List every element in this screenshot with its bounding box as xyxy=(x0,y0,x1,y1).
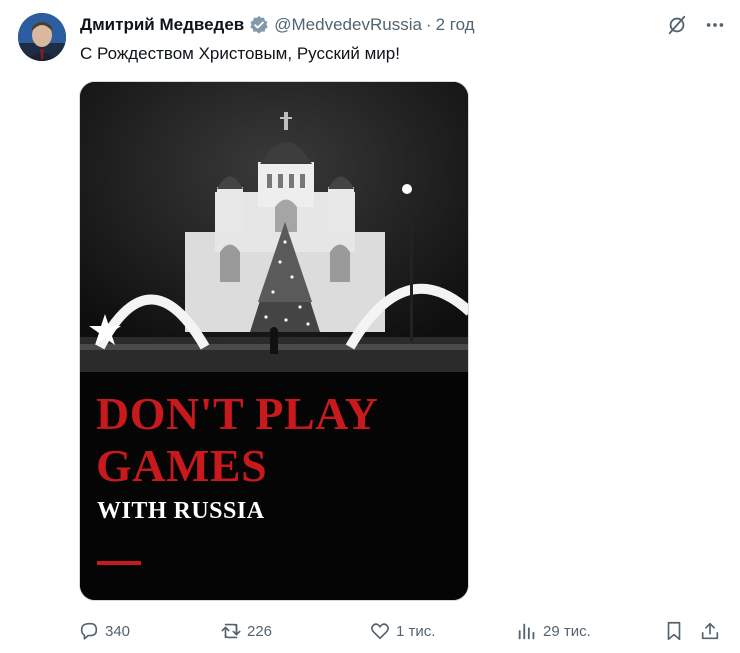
timestamp[interactable]: 2 год xyxy=(436,15,475,35)
action-bar: 340 226 1 тис. 29 тис. xyxy=(78,619,728,643)
like-button[interactable]: 1 тис. xyxy=(369,619,435,643)
like-count: 1 тис. xyxy=(396,622,436,640)
poster-text-block: DON'T PLAY GAMES WITH RUSSIA xyxy=(80,372,468,600)
poster-subheadline: WITH RUSSIA xyxy=(97,498,265,524)
share-button[interactable] xyxy=(699,619,721,643)
verified-badge-icon xyxy=(249,15,269,35)
repost-count: 226 xyxy=(247,622,273,640)
like-icon xyxy=(369,620,391,642)
tweet[interactable]: Дмитрий Медведев @MedvedevRussia · 2 год xyxy=(0,0,740,653)
tweet-header: Дмитрий Медведев @MedvedevRussia · 2 год xyxy=(80,14,475,36)
more-icon[interactable] xyxy=(704,14,726,36)
repost-icon xyxy=(220,620,242,642)
reply-icon xyxy=(78,620,100,642)
top-actions xyxy=(666,14,726,36)
tweet-text: С Рождеством Христовым, Русский мир! xyxy=(80,44,400,63)
bookmark-icon xyxy=(663,620,685,642)
poster-accent-bar xyxy=(97,561,141,565)
author-handle[interactable]: @MedvedevRussia xyxy=(274,15,422,35)
views-button[interactable]: 29 тис. xyxy=(516,619,591,643)
repost-button[interactable]: 226 xyxy=(220,619,272,643)
reply-count: 340 xyxy=(105,622,131,640)
cathedral-photo xyxy=(80,82,468,372)
share-icon xyxy=(699,620,721,642)
bookmark-button[interactable] xyxy=(663,619,685,643)
media-image[interactable]: DON'T PLAY GAMES WITH RUSSIA xyxy=(79,81,469,601)
reply-button[interactable]: 340 xyxy=(78,619,130,643)
separator-dot: · xyxy=(425,15,432,34)
avatar[interactable] xyxy=(18,13,66,61)
views-count: 29 тис. xyxy=(543,622,591,640)
grok-icon[interactable] xyxy=(666,14,688,36)
poster-headline: DON'T PLAY GAMES xyxy=(96,388,377,491)
author-name[interactable]: Дмитрий Медведев xyxy=(80,15,244,35)
views-icon xyxy=(516,620,538,642)
